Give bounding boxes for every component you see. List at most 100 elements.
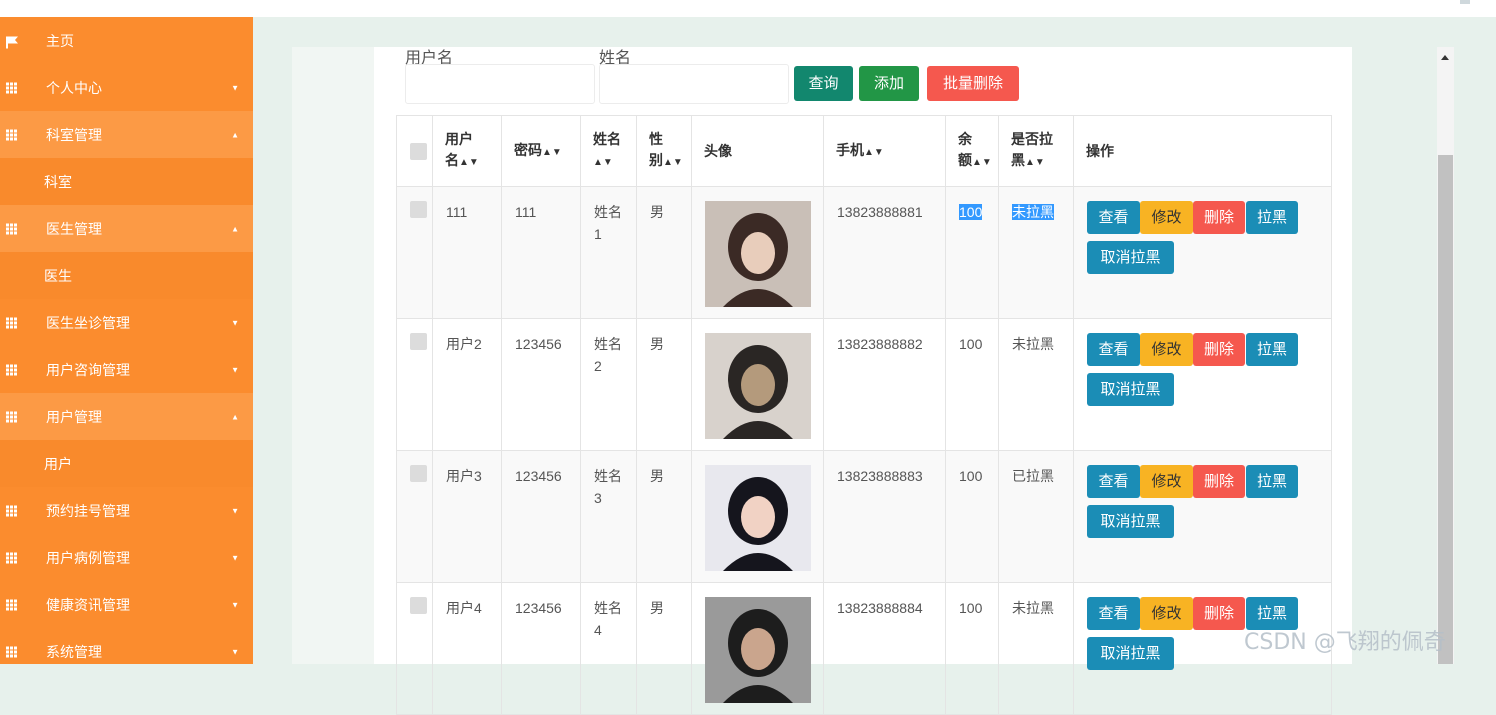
add-button[interactable]: 添加 [859, 66, 919, 101]
sidebar-item[interactable]: 健康资讯管理 ▼ [0, 581, 253, 628]
delete-button[interactable]: 删除 [1193, 597, 1245, 630]
view-button[interactable]: 查看 [1087, 465, 1140, 498]
unblacklist-button[interactable]: 取消拉黑 [1087, 241, 1174, 274]
row-checkbox[interactable] [410, 333, 427, 350]
cell-username: 用户3 [432, 450, 502, 583]
avatar[interactable] [705, 597, 811, 703]
delete-button[interactable]: 删除 [1193, 333, 1245, 366]
cell-username: 用户4 [432, 582, 502, 715]
cell-actions: 查看 修改 删除 拉黑取消拉黑 [1073, 186, 1332, 319]
sidebar-subitem[interactable]: 科室 [0, 158, 253, 205]
sidebar-item[interactable]: 系统管理 ▼ [0, 628, 253, 664]
sidebar: 主页 个人中心 ▼ 科室管理 ▲ 科室 医生管理 ▲ 医生 医生坐诊管理 ▼ 用户咨询管理 ▼ 用户管理 ▲… [0, 17, 253, 664]
blacklist-button[interactable]: 拉黑 [1246, 465, 1298, 498]
sidebar-item-label: 个人中心 [46, 79, 102, 96]
sidebar-item-label: 用户 [44, 455, 72, 472]
avatar[interactable] [705, 333, 811, 439]
header-avatar: 头像 [691, 115, 824, 187]
sidebar-item[interactable]: 医生管理 ▲ [0, 205, 253, 252]
blacklist-status: 已拉黑 [1012, 468, 1054, 484]
blacklist-button[interactable]: 拉黑 [1246, 333, 1298, 366]
avatar[interactable] [705, 201, 811, 307]
grid-icon [6, 552, 19, 563]
cell-blacklist: 已拉黑 [998, 450, 1074, 583]
caret-up-icon: ▲ [231, 412, 239, 421]
caret-down-icon: ▼ [231, 600, 239, 609]
delete-button[interactable]: 删除 [1193, 465, 1245, 498]
select-all-checkbox[interactable] [410, 142, 427, 160]
name-input[interactable] [599, 64, 789, 104]
row-checkbox[interactable] [410, 201, 427, 218]
cell-username: 111 [432, 186, 502, 319]
batch-delete-button[interactable]: 批量删除 [927, 66, 1019, 101]
cell-blacklist: 未拉黑 [998, 186, 1074, 319]
query-button[interactable]: 查询 [794, 66, 853, 101]
sort-icon: ▲▼ [1025, 157, 1045, 168]
view-button[interactable]: 查看 [1087, 201, 1140, 234]
table-row: 111 111 姓名1 男 13823888881 100 未拉黑 查看 修改 删除 拉黑 取消拉黑 [396, 186, 1332, 319]
cell-password: 123456 [501, 318, 581, 451]
table-header-row: 用户 名▲▼ 密码▲▼ 姓名 ▲▼ 性 别▲▼ 头像 手机▲▼ 余 额▲▼ 是否… [396, 115, 1332, 187]
cell-phone: 13823888883 [823, 450, 946, 583]
grid-icon [6, 599, 19, 610]
header-balance[interactable]: 余 额▲▼ [945, 115, 999, 187]
edit-button[interactable]: 修改 [1140, 201, 1193, 234]
scrollbar-thumb[interactable] [1438, 155, 1453, 664]
row-select-cell [396, 186, 433, 319]
scrollbar[interactable] [1437, 47, 1454, 664]
cell-gender: 男 [636, 582, 692, 715]
row-checkbox[interactable] [410, 597, 427, 614]
sidebar-subitem[interactable]: 用户 [0, 440, 253, 487]
row-checkbox[interactable] [410, 465, 427, 482]
header-password[interactable]: 密码▲▼ [501, 115, 581, 187]
unblacklist-button[interactable]: 取消拉黑 [1087, 637, 1174, 670]
username-input[interactable] [405, 64, 595, 104]
caret-up-icon: ▲ [231, 130, 239, 139]
sidebar-item[interactable]: 用户咨询管理 ▼ [0, 346, 253, 393]
header-username[interactable]: 用户 名▲▼ [432, 115, 502, 187]
sidebar-item[interactable]: 预约挂号管理 ▼ [0, 487, 253, 534]
scroll-up-icon[interactable] [1441, 55, 1449, 60]
view-button[interactable]: 查看 [1087, 597, 1140, 630]
edit-button[interactable]: 修改 [1140, 465, 1193, 498]
user-table: 用户 名▲▼ 密码▲▼ 姓名 ▲▼ 性 别▲▼ 头像 手机▲▼ 余 额▲▼ 是否… [396, 115, 1332, 715]
unblacklist-button[interactable]: 取消拉黑 [1087, 505, 1174, 538]
delete-button[interactable]: 删除 [1193, 201, 1245, 234]
window-corner [1460, 0, 1470, 4]
grid-icon [6, 82, 19, 93]
caret-up-icon: ▲ [231, 224, 239, 233]
sidebar-item[interactable]: 主页 [0, 17, 253, 64]
cell-blacklist: 未拉黑 [998, 582, 1074, 715]
sidebar-subitem[interactable]: 医生 [0, 252, 253, 299]
sidebar-item[interactable]: 用户管理 ▲ [0, 393, 253, 440]
avatar[interactable] [705, 465, 811, 571]
grid-icon [6, 364, 19, 375]
sort-icon: ▲▼ [542, 146, 562, 158]
sidebar-item[interactable]: 科室管理 ▲ [0, 111, 253, 158]
sidebar-item-label: 健康资讯管理 [46, 596, 130, 613]
caret-down-icon: ▼ [231, 318, 239, 327]
view-button[interactable]: 查看 [1087, 333, 1140, 366]
cell-name: 姓名1 [580, 186, 637, 319]
edit-button[interactable]: 修改 [1140, 333, 1193, 366]
sidebar-item[interactable]: 个人中心 ▼ [0, 64, 253, 111]
row-select-cell [396, 582, 433, 715]
unblacklist-button[interactable]: 取消拉黑 [1087, 373, 1174, 406]
header-phone[interactable]: 手机▲▼ [823, 115, 946, 187]
sort-icon: ▲▼ [972, 157, 992, 168]
sort-icon: ▲▼ [663, 157, 683, 168]
header-blacklist[interactable]: 是否拉 黑▲▼ [998, 115, 1074, 187]
cell-name: 姓名3 [580, 450, 637, 583]
sidebar-item[interactable]: 用户病例管理 ▼ [0, 534, 253, 581]
sidebar-item-label: 系统管理 [46, 643, 102, 660]
cell-phone: 13823888882 [823, 318, 946, 451]
header-gender[interactable]: 性 别▲▼ [636, 115, 692, 187]
cell-balance: 100 [945, 450, 999, 583]
caret-down-icon: ▼ [231, 553, 239, 562]
blacklist-button[interactable]: 拉黑 [1246, 201, 1298, 234]
header-name[interactable]: 姓名 ▲▼ [580, 115, 637, 187]
cell-actions: 查看 修改 删除 拉黑取消拉黑 [1073, 318, 1332, 451]
edit-button[interactable]: 修改 [1140, 597, 1193, 630]
sidebar-item-label: 预约挂号管理 [46, 502, 130, 519]
sidebar-item[interactable]: 医生坐诊管理 ▼ [0, 299, 253, 346]
